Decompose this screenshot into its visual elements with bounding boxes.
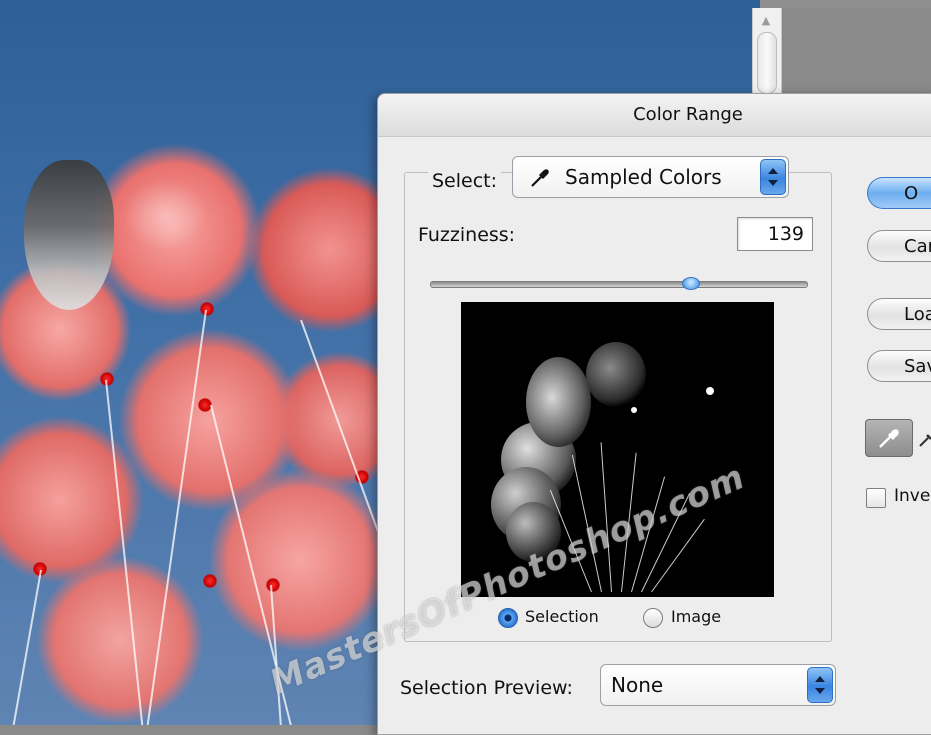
- selection-preview-value: None: [611, 673, 664, 697]
- ribbon: [105, 379, 144, 725]
- invert-label: Inve: [894, 486, 931, 506]
- load-button[interactable]: Loa: [867, 298, 931, 330]
- selection-preview-dropdown[interactable]: None: [600, 664, 836, 706]
- add-eyedropper-icon[interactable]: [918, 426, 931, 448]
- scroll-up-arrow-icon[interactable]: ▲: [759, 14, 773, 28]
- fuzziness-slider[interactable]: [430, 281, 808, 288]
- cancel-button[interactable]: Car: [867, 230, 931, 262]
- fuzziness-slider-thumb[interactable]: [681, 277, 700, 290]
- select-value: Sampled Colors: [565, 165, 722, 189]
- selection-preview-stepper-icon[interactable]: [807, 667, 833, 703]
- balloon-knot: [200, 302, 214, 316]
- select-label: Select:: [428, 168, 502, 194]
- canvas-vertical-scrollbar[interactable]: ▲: [752, 8, 782, 95]
- ribbon: [12, 569, 42, 725]
- balloon-knot: [266, 578, 280, 592]
- radio-image[interactable]: [643, 608, 663, 628]
- invert-checkbox[interactable]: [866, 488, 886, 508]
- eyedropper-icon: [879, 429, 899, 448]
- select-dropdown[interactable]: Sampled Colors: [512, 156, 789, 198]
- color-range-dialog: Color Range Select: Sampled Colors Fuzzi…: [377, 93, 931, 735]
- radio-image-label: Image: [671, 607, 722, 626]
- select-stepper-icon[interactable]: [760, 159, 786, 195]
- ok-button[interactable]: O: [867, 177, 931, 209]
- balloon-knot: [203, 574, 217, 588]
- radio-selection[interactable]: [498, 608, 518, 628]
- save-button[interactable]: Sav: [867, 350, 931, 382]
- radio-selection-label: Selection: [525, 607, 599, 626]
- fuzziness-label: Fuzziness:: [418, 224, 516, 246]
- ribbon: [146, 309, 207, 725]
- scrollbar-thumb[interactable]: [757, 32, 777, 94]
- fuzziness-input[interactable]: 139: [737, 217, 813, 251]
- selection-preview-label: Selection Preview:: [400, 677, 573, 699]
- dialog-title: Color Range: [378, 94, 931, 137]
- canvas-face-image: [24, 160, 114, 310]
- eyedropper-icon: [531, 169, 549, 187]
- eyedropper-tool-button[interactable]: [865, 419, 913, 457]
